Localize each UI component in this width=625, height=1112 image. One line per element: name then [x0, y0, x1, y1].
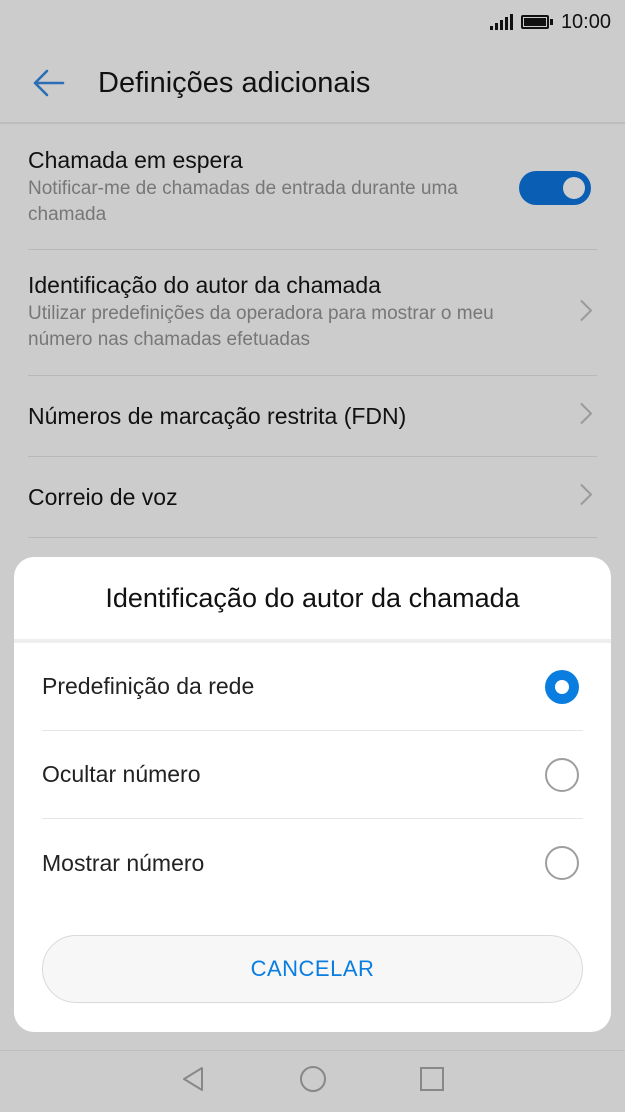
battery-icon	[520, 15, 553, 29]
page-title: Definições adicionais	[98, 66, 371, 99]
radio-button[interactable]	[545, 757, 579, 792]
settings-list: Chamada em espera Notificar-me de chamad…	[28, 126, 597, 538]
setting-subtitle: Notificar-me de chamadas de entrada dura…	[28, 178, 458, 225]
setting-caller-id[interactable]: Identificação do autor da chamada Utiliz…	[28, 250, 597, 376]
nav-back-icon[interactable]	[180, 1065, 208, 1098]
nav-home-icon[interactable]	[298, 1064, 328, 1099]
setting-title: Chamada em espera	[28, 147, 243, 173]
setting-fdn[interactable]: Números de marcação restrita (FDN)	[28, 376, 597, 457]
setting-subtitle: Utilizar predefinições da operadora para…	[28, 303, 494, 350]
setting-call-waiting[interactable]: Chamada em espera Notificar-me de chamad…	[28, 126, 597, 250]
back-arrow-icon[interactable]	[0, 43, 96, 123]
status-bar: 10:00	[0, 0, 625, 44]
caller-id-dialog: Identificação do autor da chamada Predef…	[14, 557, 611, 1032]
setting-voicemail[interactable]: Correio de voz	[28, 457, 597, 538]
call-waiting-toggle[interactable]	[519, 170, 591, 205]
nav-recents-icon[interactable]	[418, 1065, 446, 1098]
app-bar: Definições adicionais	[0, 44, 625, 124]
option-label: Ocultar número	[42, 761, 201, 787]
option-label: Mostrar número	[42, 849, 205, 876]
dialog-title: Identificação do autor da chamada	[14, 557, 611, 643]
setting-title: Correio de voz	[28, 483, 178, 510]
option-list: Predefinição da rede Ocultar número Most…	[14, 643, 611, 907]
option-show-number[interactable]: Mostrar número	[42, 819, 583, 907]
setting-title: Números de marcação restrita (FDN)	[28, 402, 407, 429]
navigation-bar	[0, 1050, 625, 1112]
radio-button-checked[interactable]	[545, 669, 579, 704]
cancel-button[interactable]: CANCELAR	[42, 935, 583, 1003]
chevron-right-icon	[579, 483, 593, 512]
chevron-right-icon	[579, 402, 593, 431]
chevron-right-icon	[579, 298, 593, 327]
setting-title: Identificação do autor da chamada	[28, 272, 381, 298]
option-hide-number[interactable]: Ocultar número	[42, 731, 583, 819]
status-time: 10:00	[560, 10, 611, 33]
option-label: Predefinição da rede	[42, 673, 255, 699]
radio-button[interactable]	[545, 846, 579, 880]
signal-icon	[489, 14, 513, 30]
option-network-default[interactable]: Predefinição da rede	[42, 643, 583, 731]
